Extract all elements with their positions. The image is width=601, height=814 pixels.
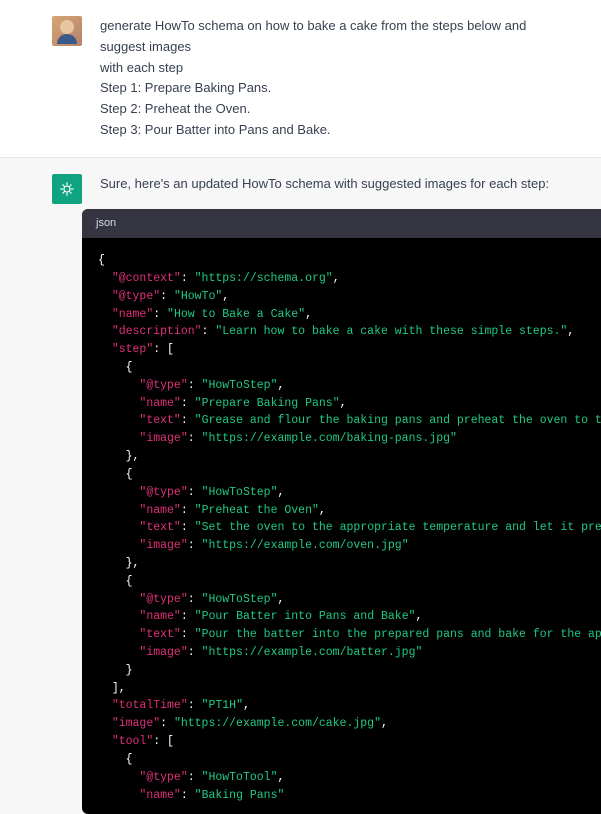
user-line: generate HowTo schema on how to bake a c… [100,18,526,54]
assistant-avatar [52,174,82,204]
assistant-intro: Sure, here's an updated HowTo schema wit… [100,176,549,191]
code-block: json Copy code { "@context": "https://sc… [82,209,601,814]
user-avatar [52,16,82,46]
user-message: generate HowTo schema on how to bake a c… [0,0,601,157]
user-line: Step 1: Prepare Baking Pans. [100,80,271,95]
user-line: Step 3: Pour Batter into Pans and Bake. [100,122,331,137]
user-message-text: generate HowTo schema on how to bake a c… [100,16,549,141]
user-line: Step 2: Preheat the Oven. [100,101,250,116]
openai-logo-icon [58,180,76,198]
code-lang-label: json [96,215,116,233]
assistant-message: Sure, here's an updated HowTo schema wit… [0,157,601,814]
user-line: with each step [100,60,183,75]
code-content: { "@context": "https://schema.org", "@ty… [82,238,601,814]
assistant-message-body: Sure, here's an updated HowTo schema wit… [100,174,601,814]
code-header: json Copy code [82,209,601,239]
